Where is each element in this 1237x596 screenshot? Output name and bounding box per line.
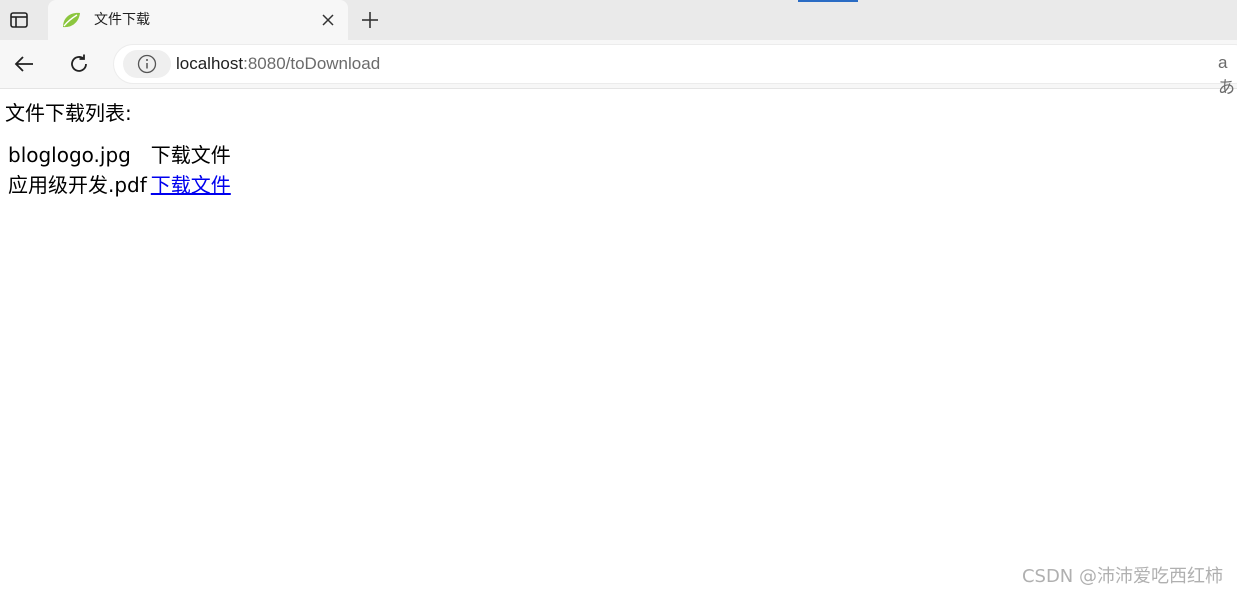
address-bar[interactable]: localhost:8080/toDownload aあ (114, 45, 1237, 97)
file-name: bloglogo.jpg (8, 143, 131, 167)
info-icon (137, 54, 157, 74)
browser-tab[interactable]: 文件下载 (48, 0, 348, 40)
reload-button[interactable] (65, 50, 93, 78)
spring-leaf-icon (63, 12, 80, 28)
page-content: 文件下载列表: bloglogo.jpg 下载文件 应用级开发.pdf 下载文件… (0, 89, 1237, 596)
file-table: bloglogo.jpg 下载文件 应用级开发.pdf 下载文件 (5, 139, 234, 201)
plus-icon (362, 12, 378, 28)
tab-actions-icon (10, 12, 28, 28)
page-heading: 文件下载列表: (5, 101, 132, 125)
download-link[interactable]: 下载文件 (151, 173, 231, 197)
url-path: :8080/toDownload (243, 54, 381, 73)
close-tab-button[interactable] (318, 10, 338, 30)
new-tab-button[interactable] (358, 8, 382, 32)
site-info-button[interactable] (123, 50, 171, 78)
url-text[interactable]: localhost:8080/toDownload (176, 54, 380, 74)
back-button[interactable] (10, 50, 38, 78)
close-icon (322, 14, 334, 26)
reload-icon (71, 54, 87, 72)
table-row: bloglogo.jpg 下载文件 (7, 141, 232, 169)
window-indicator (798, 0, 858, 2)
download-cell: 下载文件 (150, 171, 232, 199)
file-name: 应用级开发.pdf (8, 173, 147, 197)
tab-actions-button[interactable] (6, 8, 32, 32)
arrow-left-icon (14, 56, 33, 72)
browser-toolbar: localhost:8080/toDownload aあ (0, 40, 1237, 97)
url-host: localhost (176, 54, 244, 73)
download-label: 下载文件 (150, 143, 231, 167)
tab-strip: 文件下载 (0, 0, 1237, 40)
tab-title: 文件下载 (94, 12, 150, 28)
table-row: 应用级开发.pdf 下载文件 (7, 171, 232, 199)
watermark: CSDN @沛沛爱吃西红柿 (1021, 566, 1223, 587)
